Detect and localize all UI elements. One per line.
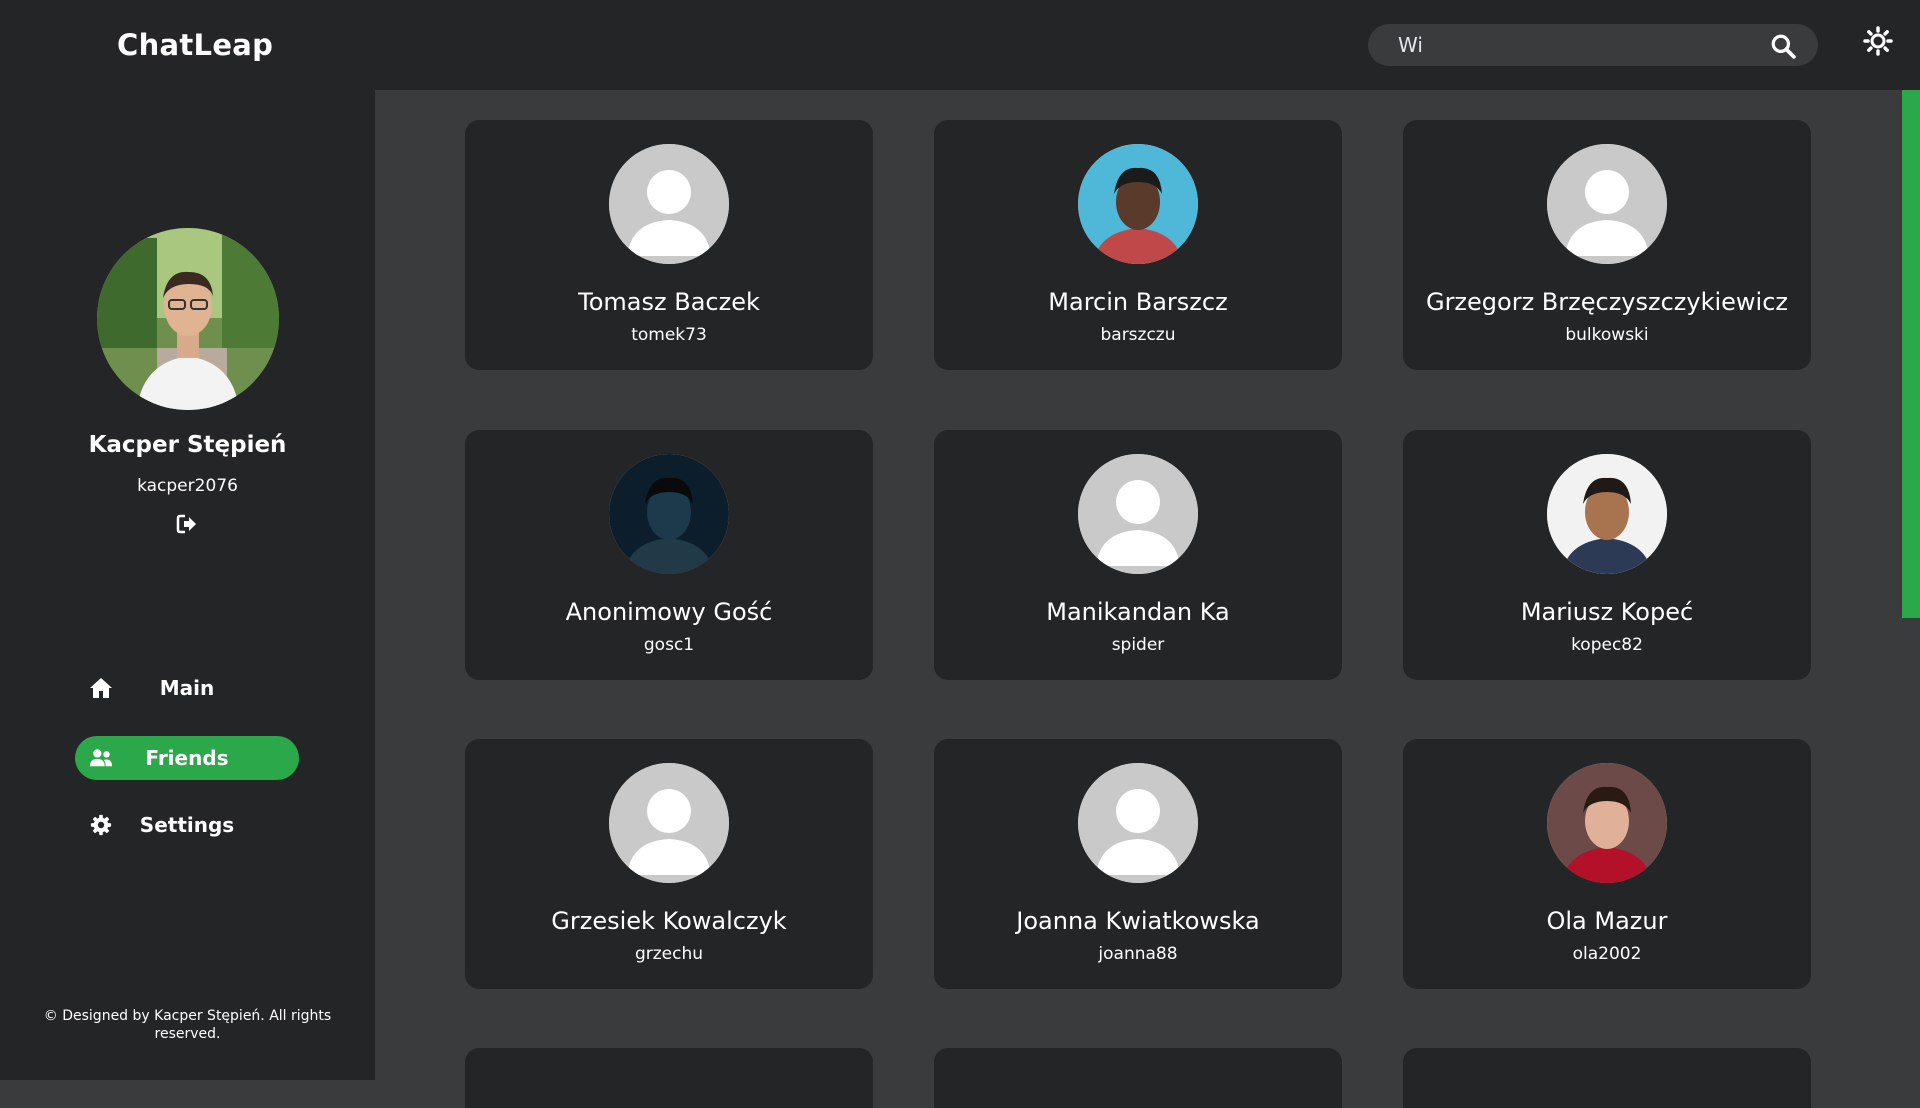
- nav-settings[interactable]: Settings: [75, 803, 299, 847]
- profile-username: kacper2076: [137, 476, 238, 496]
- scrollbar-thumb[interactable]: [1902, 90, 1920, 618]
- user-name: Tomasz Baczek: [578, 288, 760, 316]
- sun-icon[interactable]: [1863, 26, 1893, 56]
- search-icon[interactable]: [1770, 33, 1796, 59]
- user-username: grzechu: [634, 944, 704, 964]
- user-avatar: [609, 144, 729, 264]
- user-name: Anonimowy Gość: [565, 598, 773, 626]
- user-username: joanna88: [1098, 944, 1178, 964]
- footer-text: © Designed by Kacper Stępień. All rights…: [43, 1008, 332, 1042]
- nav-settings-label: Settings: [139, 813, 235, 837]
- user-username: ola2002: [1572, 944, 1642, 964]
- user-avatar: [1547, 144, 1667, 264]
- nav-main[interactable]: Main: [75, 666, 299, 710]
- profile-avatar[interactable]: [97, 228, 279, 410]
- user-card[interactable]: Mariusz Kopeć kopec82: [1403, 430, 1811, 680]
- user-card[interactable]: Grzesiek Kowalczyk grzechu: [465, 739, 873, 989]
- user-card[interactable]: Anonimowy Gość gosc1: [465, 430, 873, 680]
- profile-name: Kacper Stępień: [88, 432, 287, 458]
- user-name: Manikandan Ka: [1046, 598, 1230, 626]
- nav-main-label: Main: [159, 676, 215, 700]
- user-card[interactable]: [934, 1048, 1342, 1108]
- nav-friends-label: Friends: [145, 746, 229, 770]
- user-card[interactable]: Grzegorz Brzęczyszczykiewicz bulkowski: [1403, 120, 1811, 370]
- user-avatar: [609, 763, 729, 883]
- user-avatar: [1078, 144, 1198, 264]
- user-avatar: [1547, 763, 1667, 883]
- user-card[interactable]: Joanna Kwiatkowska joanna88: [934, 739, 1342, 989]
- app-logo[interactable]: ChatLeap: [117, 28, 273, 62]
- logout-icon[interactable]: [176, 513, 198, 535]
- user-username: gosc1: [643, 635, 695, 655]
- user-card[interactable]: [465, 1048, 873, 1108]
- user-card[interactable]: Marcin Barszcz barszczu: [934, 120, 1342, 370]
- user-avatar: [1078, 454, 1198, 574]
- user-username: spider: [1111, 635, 1165, 655]
- search-bar[interactable]: Wi: [1368, 24, 1818, 66]
- user-username: barszczu: [1100, 325, 1176, 345]
- user-name: Grzegorz Brzęczyszczykiewicz: [1425, 288, 1789, 316]
- user-card[interactable]: Tomasz Baczek tomek73: [465, 120, 873, 370]
- user-avatar: [609, 454, 729, 574]
- user-name: Joanna Kwiatkowska: [1016, 907, 1260, 935]
- user-name: Ola Mazur: [1546, 907, 1668, 935]
- sidebar: Kacper Stępień kacper2076 Main Friends S…: [0, 90, 375, 1080]
- user-name: Mariusz Kopeć: [1520, 598, 1694, 626]
- nav-friends[interactable]: Friends: [75, 736, 299, 780]
- user-name: Grzesiek Kowalczyk: [551, 907, 787, 935]
- top-bar: ChatLeap Wi: [0, 0, 1920, 90]
- user-card[interactable]: Ola Mazur ola2002: [1403, 739, 1811, 989]
- user-avatar: [1078, 763, 1198, 883]
- search-input[interactable]: Wi: [1398, 33, 1423, 57]
- user-card[interactable]: [1403, 1048, 1811, 1108]
- user-username: tomek73: [631, 325, 707, 345]
- user-card[interactable]: Manikandan Ka spider: [934, 430, 1342, 680]
- user-username: kopec82: [1571, 635, 1643, 655]
- user-avatar: [1547, 454, 1667, 574]
- user-name: Marcin Barszcz: [1048, 288, 1228, 316]
- user-username: bulkowski: [1565, 325, 1649, 345]
